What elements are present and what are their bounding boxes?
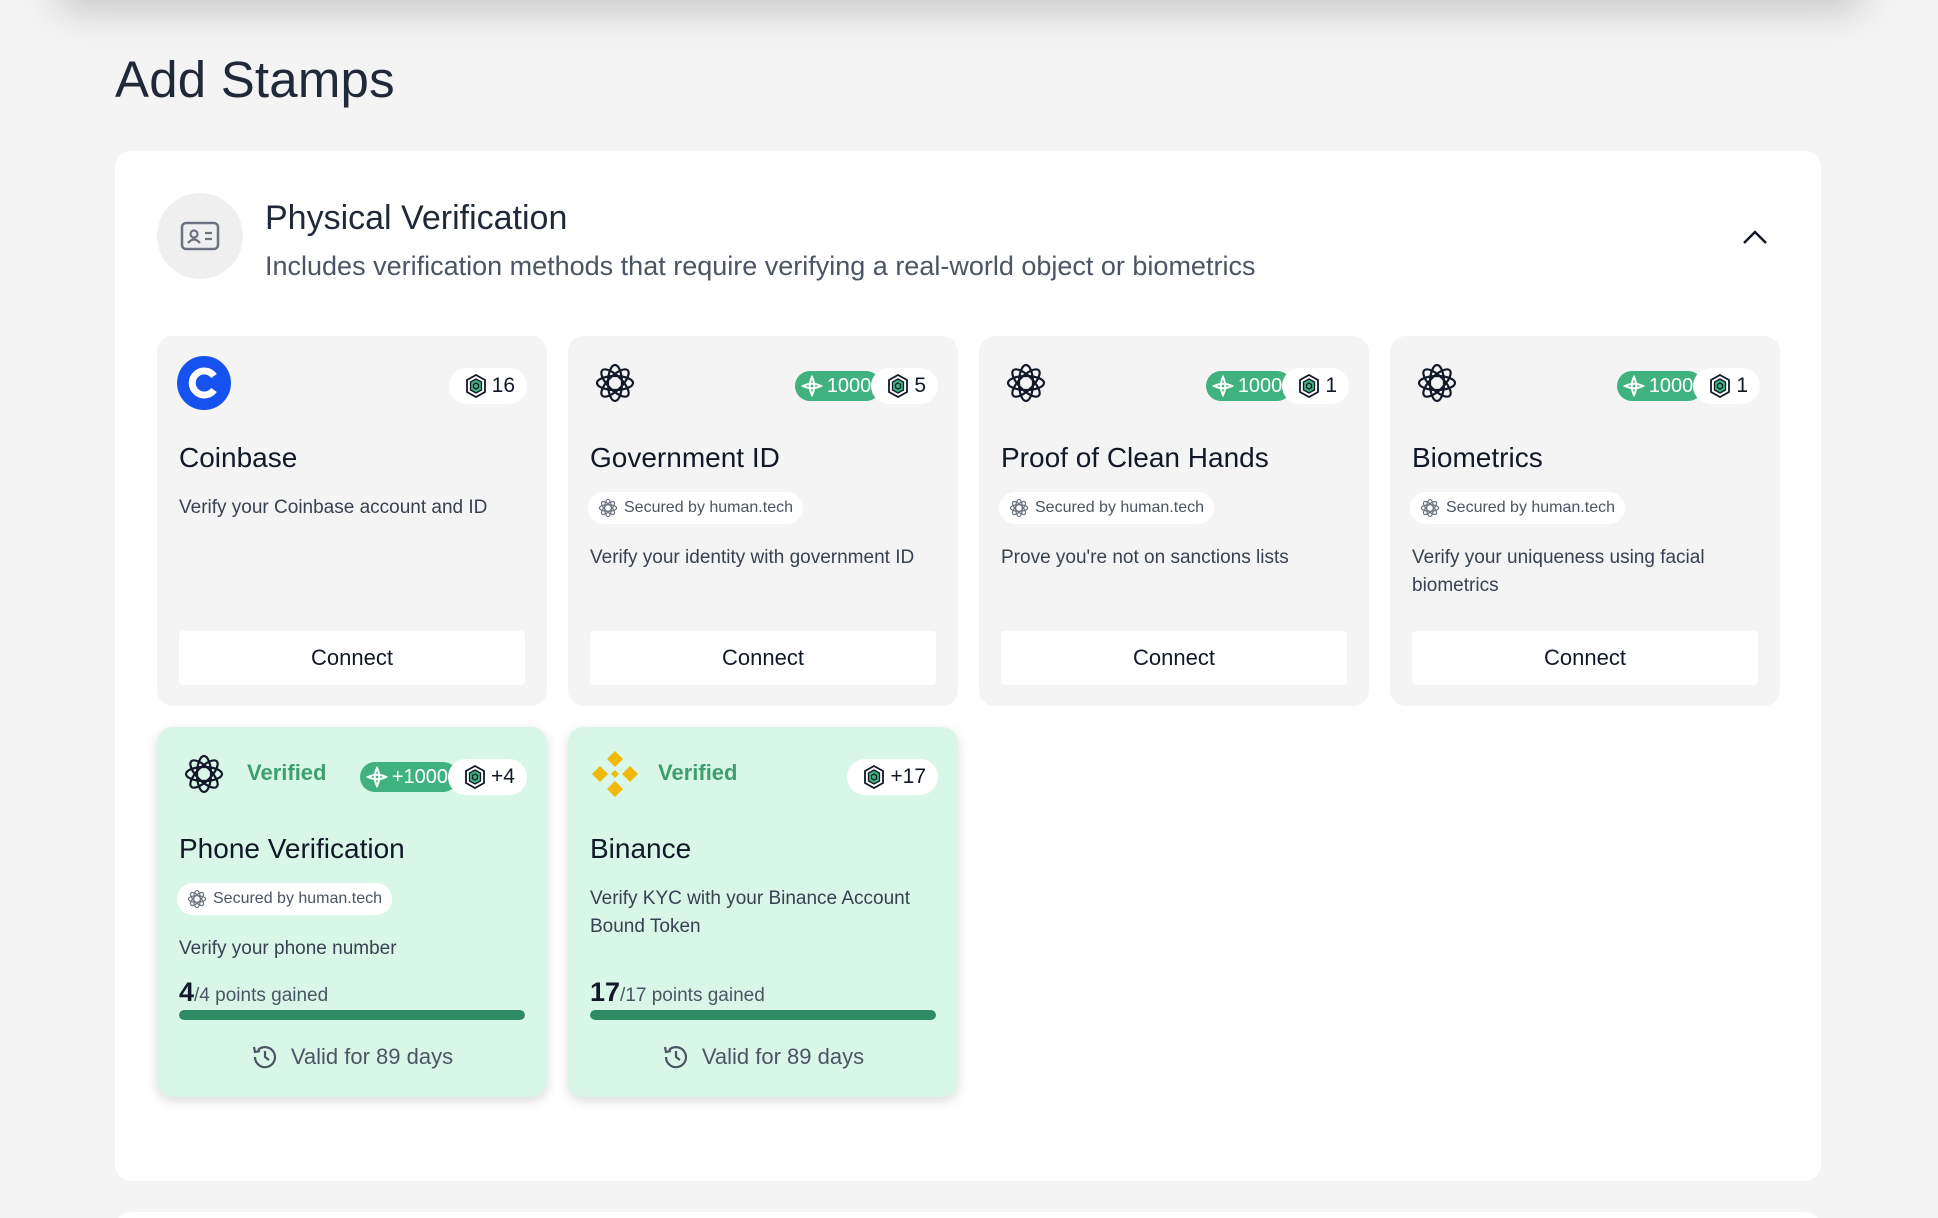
points-badges: 1000 5 — [794, 368, 938, 404]
points-badges: +17 — [847, 759, 938, 795]
card-description: Verify your Coinbase account and ID — [179, 497, 488, 518]
human-points-icon — [1211, 375, 1234, 397]
human-points-icon — [1622, 375, 1645, 397]
page-title: Add Stamps — [115, 51, 395, 108]
human-tech-logo-icon — [177, 747, 231, 801]
hexagon-points-icon — [1299, 374, 1320, 398]
points-badge: +17 — [847, 759, 938, 795]
points-gained: 17/17 points gained — [590, 977, 765, 1007]
secured-by-badge: Secured by human.tech — [177, 883, 392, 915]
points-badge: +4 — [448, 759, 527, 795]
verified-label: Verified — [247, 760, 327, 785]
human-points-badge: +1000 — [359, 762, 459, 792]
points-badges: 16 — [448, 368, 527, 404]
card-description: Verify your uniqueness using facial biom… — [1412, 547, 1705, 596]
card-title: Biometrics — [1412, 442, 1543, 473]
human-points-icon — [800, 375, 823, 397]
human-points-badge: 1000 — [1205, 371, 1293, 401]
points-badge: 16 — [448, 368, 527, 404]
hexagon-points-icon — [864, 765, 885, 789]
human-points-icon — [365, 766, 388, 788]
human-tech-logo-icon — [1009, 498, 1029, 518]
points-badges: +1000 +4 — [359, 759, 527, 795]
binance-logo-icon — [588, 747, 642, 801]
card-description: Verify your phone number — [179, 938, 397, 959]
section-header[interactable]: Physical Verification Includes verificat… — [157, 193, 1777, 281]
stamp-card-government-id: 1000 5 Government ID Secured by human.te… — [568, 336, 958, 706]
stamp-card-biometrics: 1000 1 Biometrics Secured by human.tech … — [1390, 336, 1780, 706]
secured-by-badge: Secured by human.tech — [588, 492, 803, 524]
progress-bar — [590, 1010, 936, 1020]
card-description: Prove you're not on sanctions lists — [1001, 547, 1289, 568]
stamp-card-binance: Verified +17 Binance Verify KYC with you… — [568, 727, 958, 1097]
validity-row: Valid for 89 days — [157, 1037, 547, 1077]
card-description: Verify KYC with your Binance Account Bou… — [590, 888, 910, 937]
coinbase-logo-icon — [177, 356, 231, 410]
stamp-card-phone-verification: Verified +1000 +4 Phone Verification Sec… — [157, 727, 547, 1097]
card-title: Phone Verification — [179, 833, 405, 864]
id-card-icon — [157, 193, 243, 279]
human-tech-logo-icon — [187, 889, 207, 909]
human-tech-logo-icon — [1410, 356, 1464, 410]
points-badge: 5 — [871, 368, 938, 404]
next-section-card — [115, 1212, 1821, 1218]
secured-by-badge: Secured by human.tech — [999, 492, 1214, 524]
connect-button[interactable]: Connect — [590, 631, 936, 685]
secured-by-badge: Secured by human.tech — [1410, 492, 1625, 524]
human-tech-logo-icon — [999, 356, 1053, 410]
section-title: Physical Verification — [265, 199, 568, 237]
points-gained: 4/4 points gained — [179, 977, 329, 1007]
progress-bar — [179, 1010, 525, 1020]
points-badges: 1000 1 — [1205, 368, 1349, 404]
card-title: Proof of Clean Hands — [1001, 442, 1269, 473]
points-badge: 1 — [1693, 368, 1760, 404]
section-description: Includes verification methods that requi… — [265, 251, 1256, 281]
hexagon-points-icon — [465, 765, 485, 789]
human-points-badge: 1000 — [794, 371, 882, 401]
connect-button[interactable]: Connect — [179, 631, 525, 685]
physical-verification-section: Physical Verification Includes verificat… — [115, 151, 1821, 1181]
card-title: Binance — [590, 833, 692, 864]
connect-button[interactable]: Connect — [1412, 631, 1758, 685]
stamp-card-coinbase: 16 Coinbase Verify your Coinbase account… — [157, 336, 547, 706]
hexagon-points-icon — [465, 374, 486, 398]
hexagon-points-icon — [888, 374, 909, 398]
points-badge: 1 — [1282, 368, 1349, 404]
human-tech-logo-icon — [588, 356, 642, 410]
connect-button[interactable]: Connect — [1001, 631, 1347, 685]
chevron-up-icon[interactable] — [1733, 215, 1777, 259]
validity-row: Valid for 89 days — [568, 1037, 958, 1077]
card-title: Coinbase — [179, 442, 298, 473]
history-icon — [663, 1046, 687, 1069]
card-title: Government ID — [590, 442, 780, 473]
stamp-card-proof-of-clean-hands: 1000 1 Proof of Clean Hands Secured by h… — [979, 336, 1369, 706]
human-tech-logo-icon — [1420, 498, 1440, 518]
hexagon-points-icon — [1710, 374, 1731, 398]
human-tech-logo-icon — [598, 498, 618, 518]
points-badges: 1000 1 — [1616, 368, 1760, 404]
progress-fill — [590, 1010, 936, 1020]
progress-fill — [179, 1010, 525, 1020]
history-icon — [252, 1046, 276, 1069]
verified-label: Verified — [658, 760, 738, 785]
card-description: Verify your identity with government ID — [590, 547, 915, 568]
human-points-badge: 1000 — [1616, 371, 1704, 401]
